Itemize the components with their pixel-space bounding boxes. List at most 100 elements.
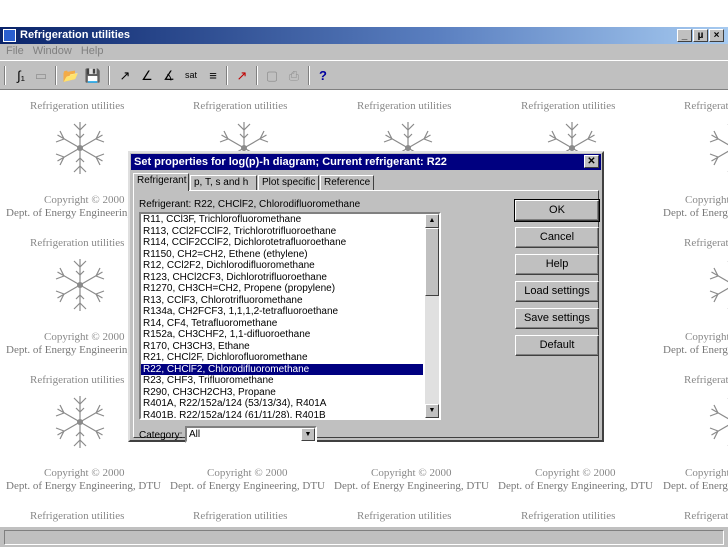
watermark-caption: Refrigeration utilities (684, 100, 728, 112)
new-icon: ▭ (34, 68, 48, 83)
tab-reference[interactable]: Reference (320, 175, 374, 190)
refrigerant-list-item[interactable]: R13, CClF3, Chlorotrifluoromethane (141, 295, 423, 307)
title-bar: Refrigeration utilities _ µ × (0, 27, 728, 44)
watermark-dept: Dept. of Energy Engineering, DTU (6, 480, 161, 492)
watermark-copyright: Copyright © 2000 (207, 467, 288, 479)
snowflake-logo (55, 258, 105, 312)
chart-icon[interactable]: ↗ (233, 67, 251, 84)
watermark-dept: Dept. of Energy Engineering, DTU (663, 480, 728, 492)
app-icon (3, 29, 16, 42)
default-button[interactable]: Default (515, 335, 599, 356)
copy-icon[interactable]: ▢ (263, 67, 281, 84)
toolbar-grip (4, 66, 6, 85)
watermark-copyright: Copyright © 2000 (535, 467, 616, 479)
open-icon[interactable]: 📂 (62, 67, 80, 84)
diagram-icon[interactable]: ∫₁ (12, 67, 30, 84)
watermark-dept: Dept. of Energy Engineering, DTU (334, 480, 489, 492)
chevron-down-icon[interactable]: ▼ (301, 428, 315, 441)
refrigerant-list-item[interactable]: R134a, CH2FCF3, 1,1,1,2-tetrafluoroethan… (141, 306, 423, 318)
tab-refrigerant[interactable]: Refrigerant (133, 173, 189, 191)
watermark-dept: Dept. of Energy Engineering, DTU (663, 344, 728, 356)
ts-icon[interactable]: ∠ (138, 67, 156, 84)
watermark-caption: Refrigeration utilities (30, 100, 125, 112)
dialog-title-bar: Set properties for log(p)-h diagram; Cur… (131, 154, 601, 170)
menu-bar: File Window Help (0, 44, 728, 60)
close-button[interactable]: × (709, 29, 724, 42)
toolbar-separator (308, 66, 310, 85)
menu-help[interactable]: Help (75, 44, 107, 57)
refrigerant-list-item[interactable]: R21, CHCl2F, Dichlorofluoromethane (141, 352, 423, 364)
refrigerant-list-item[interactable]: R1150, CH2=CH2, Ethene (ethylene) (141, 249, 423, 261)
status-bar (0, 526, 728, 547)
refrigerant-list-item[interactable]: R12, CCl2F2, Dichlorodifluoromethane (141, 260, 423, 272)
menu-window[interactable]: Window (27, 44, 75, 57)
snowflake-logo (709, 258, 728, 312)
refrigerant-list[interactable]: R11, CCl3F, Trichlorofluoromethane R113, … (139, 212, 441, 420)
refrigerant-value: R22, CHClF2, Chlorodifluoromethane (194, 199, 361, 210)
toolbar-separator (55, 66, 57, 85)
refrigerant-list-item[interactable]: R170, CH3CH3, Ethane (141, 341, 423, 353)
snowflake-logo (55, 395, 105, 449)
load-settings-button[interactable]: Load settings (515, 281, 599, 302)
tab-p-t-s-h[interactable]: p, T, s and h (190, 175, 257, 190)
refrigerant-list-item[interactable]: R22, CHClF2, Chlorodifluoromethane (141, 363, 423, 375)
watermark-caption: Refrigeration utilities (193, 510, 288, 522)
ok-button[interactable]: OK (514, 199, 600, 222)
watermark-caption: Refrigeration utilities (521, 510, 616, 522)
refrigerant-list-item[interactable]: R23, CHF3, Trifluoromethane (141, 375, 423, 387)
cancel-button[interactable]: Cancel (515, 227, 599, 248)
scroll-down-icon[interactable]: ▼ (425, 404, 439, 418)
save-icon[interactable]: 💾 (84, 67, 102, 84)
watermark-dept: Dept. of Energy Engineering, DTU (170, 480, 325, 492)
table-icon[interactable]: ≡ (204, 67, 222, 84)
help-icon[interactable]: ? (314, 67, 332, 84)
watermark-caption: Refrigeration utilities (357, 510, 452, 522)
watermark-caption: Refrigeration utilities (521, 100, 616, 112)
refrigerant-list-item[interactable]: R290, CH3CH2CH3, Propane (141, 387, 423, 399)
toolbar-separator (108, 66, 110, 85)
refrigerant-list-item[interactable]: R401B, R22/152a/124 (61/11/28), R401B (141, 410, 423, 419)
refrigerant-list-item[interactable]: R401A, R22/152a/124 (53/13/34), R401A (141, 398, 423, 410)
dialog-close-icon[interactable]: ✕ (584, 155, 599, 168)
list-scrollbar[interactable]: ▲ ▼ (425, 214, 439, 418)
scroll-up-icon[interactable]: ▲ (425, 214, 439, 228)
status-panel (4, 530, 724, 545)
watermark-caption: Refrigeration utilities (193, 100, 288, 112)
restore-button[interactable]: µ (693, 29, 708, 42)
tab-plot-specific[interactable]: Plot specific (258, 175, 319, 190)
watermark-copyright: Copyright © 2000 (44, 194, 125, 206)
log-ph-icon[interactable]: ↗ (116, 67, 134, 84)
toolbar-separator (226, 66, 228, 85)
toolbar-separator (256, 66, 258, 85)
refrigerant-list-item[interactable]: R152a, CH3CHF2, 1,1-difluoroethane (141, 329, 423, 341)
watermark-copyright: Copyright © 2000 (44, 331, 125, 343)
minimize-button[interactable]: _ (677, 29, 692, 42)
category-label: Category: (139, 430, 183, 441)
refrigerant-list-item[interactable]: R114, CClF2CClF2, Dichlorotetrafluoroeth… (141, 237, 423, 249)
scroll-thumb[interactable] (425, 228, 439, 296)
menu-file[interactable]: File (0, 44, 27, 57)
category-value: All (189, 429, 201, 440)
watermark-caption: Refrigeration utilities (684, 510, 728, 522)
refrigerant-list-item[interactable]: R1270, CH3CH=CH2, Propene (propylene) (141, 283, 423, 295)
refrigerant-prefix: Refrigerant: (139, 199, 192, 210)
watermark-dept: Dept. of Energy Engineering, DTU (498, 480, 653, 492)
refrigerant-list-item[interactable]: R11, CCl3F, Trichlorofluoromethane (141, 214, 423, 226)
watermark-caption: Refrigeration utilities (30, 374, 125, 386)
watermark-copyright: Copyright © 2000 (44, 467, 125, 479)
sat-icon[interactable]: sat (182, 67, 200, 84)
refrigerant-list-item[interactable]: R14, CF4, Tetrafluoromethane (141, 318, 423, 330)
watermark-caption: Refrigeration utilities (30, 237, 125, 249)
tab-panel: Refrigerant: R22, CHClF2, Chlorodifluoro… (133, 190, 600, 443)
help-button[interactable]: Help (515, 254, 599, 275)
snowflake-logo (709, 121, 728, 175)
current-refrigerant-label: Refrigerant: R22, CHClF2, Chlorodifluoro… (139, 199, 360, 210)
category-select[interactable]: All ▼ (185, 426, 317, 443)
refrigerant-list-item[interactable]: R123, CHCl2CF3, Dichlorotrifluoroethane (141, 272, 423, 284)
snowflake-logo (55, 121, 105, 175)
hs-icon[interactable]: ∡ (160, 67, 178, 84)
save-settings-button[interactable]: Save settings (515, 308, 599, 329)
refrigerant-list-item[interactable]: R113, CCl2FCClF2, Trichlorotrifluoroetha… (141, 226, 423, 238)
print-icon[interactable]: ⎙ (285, 67, 303, 84)
window-title: Refrigeration utilities (20, 29, 131, 41)
